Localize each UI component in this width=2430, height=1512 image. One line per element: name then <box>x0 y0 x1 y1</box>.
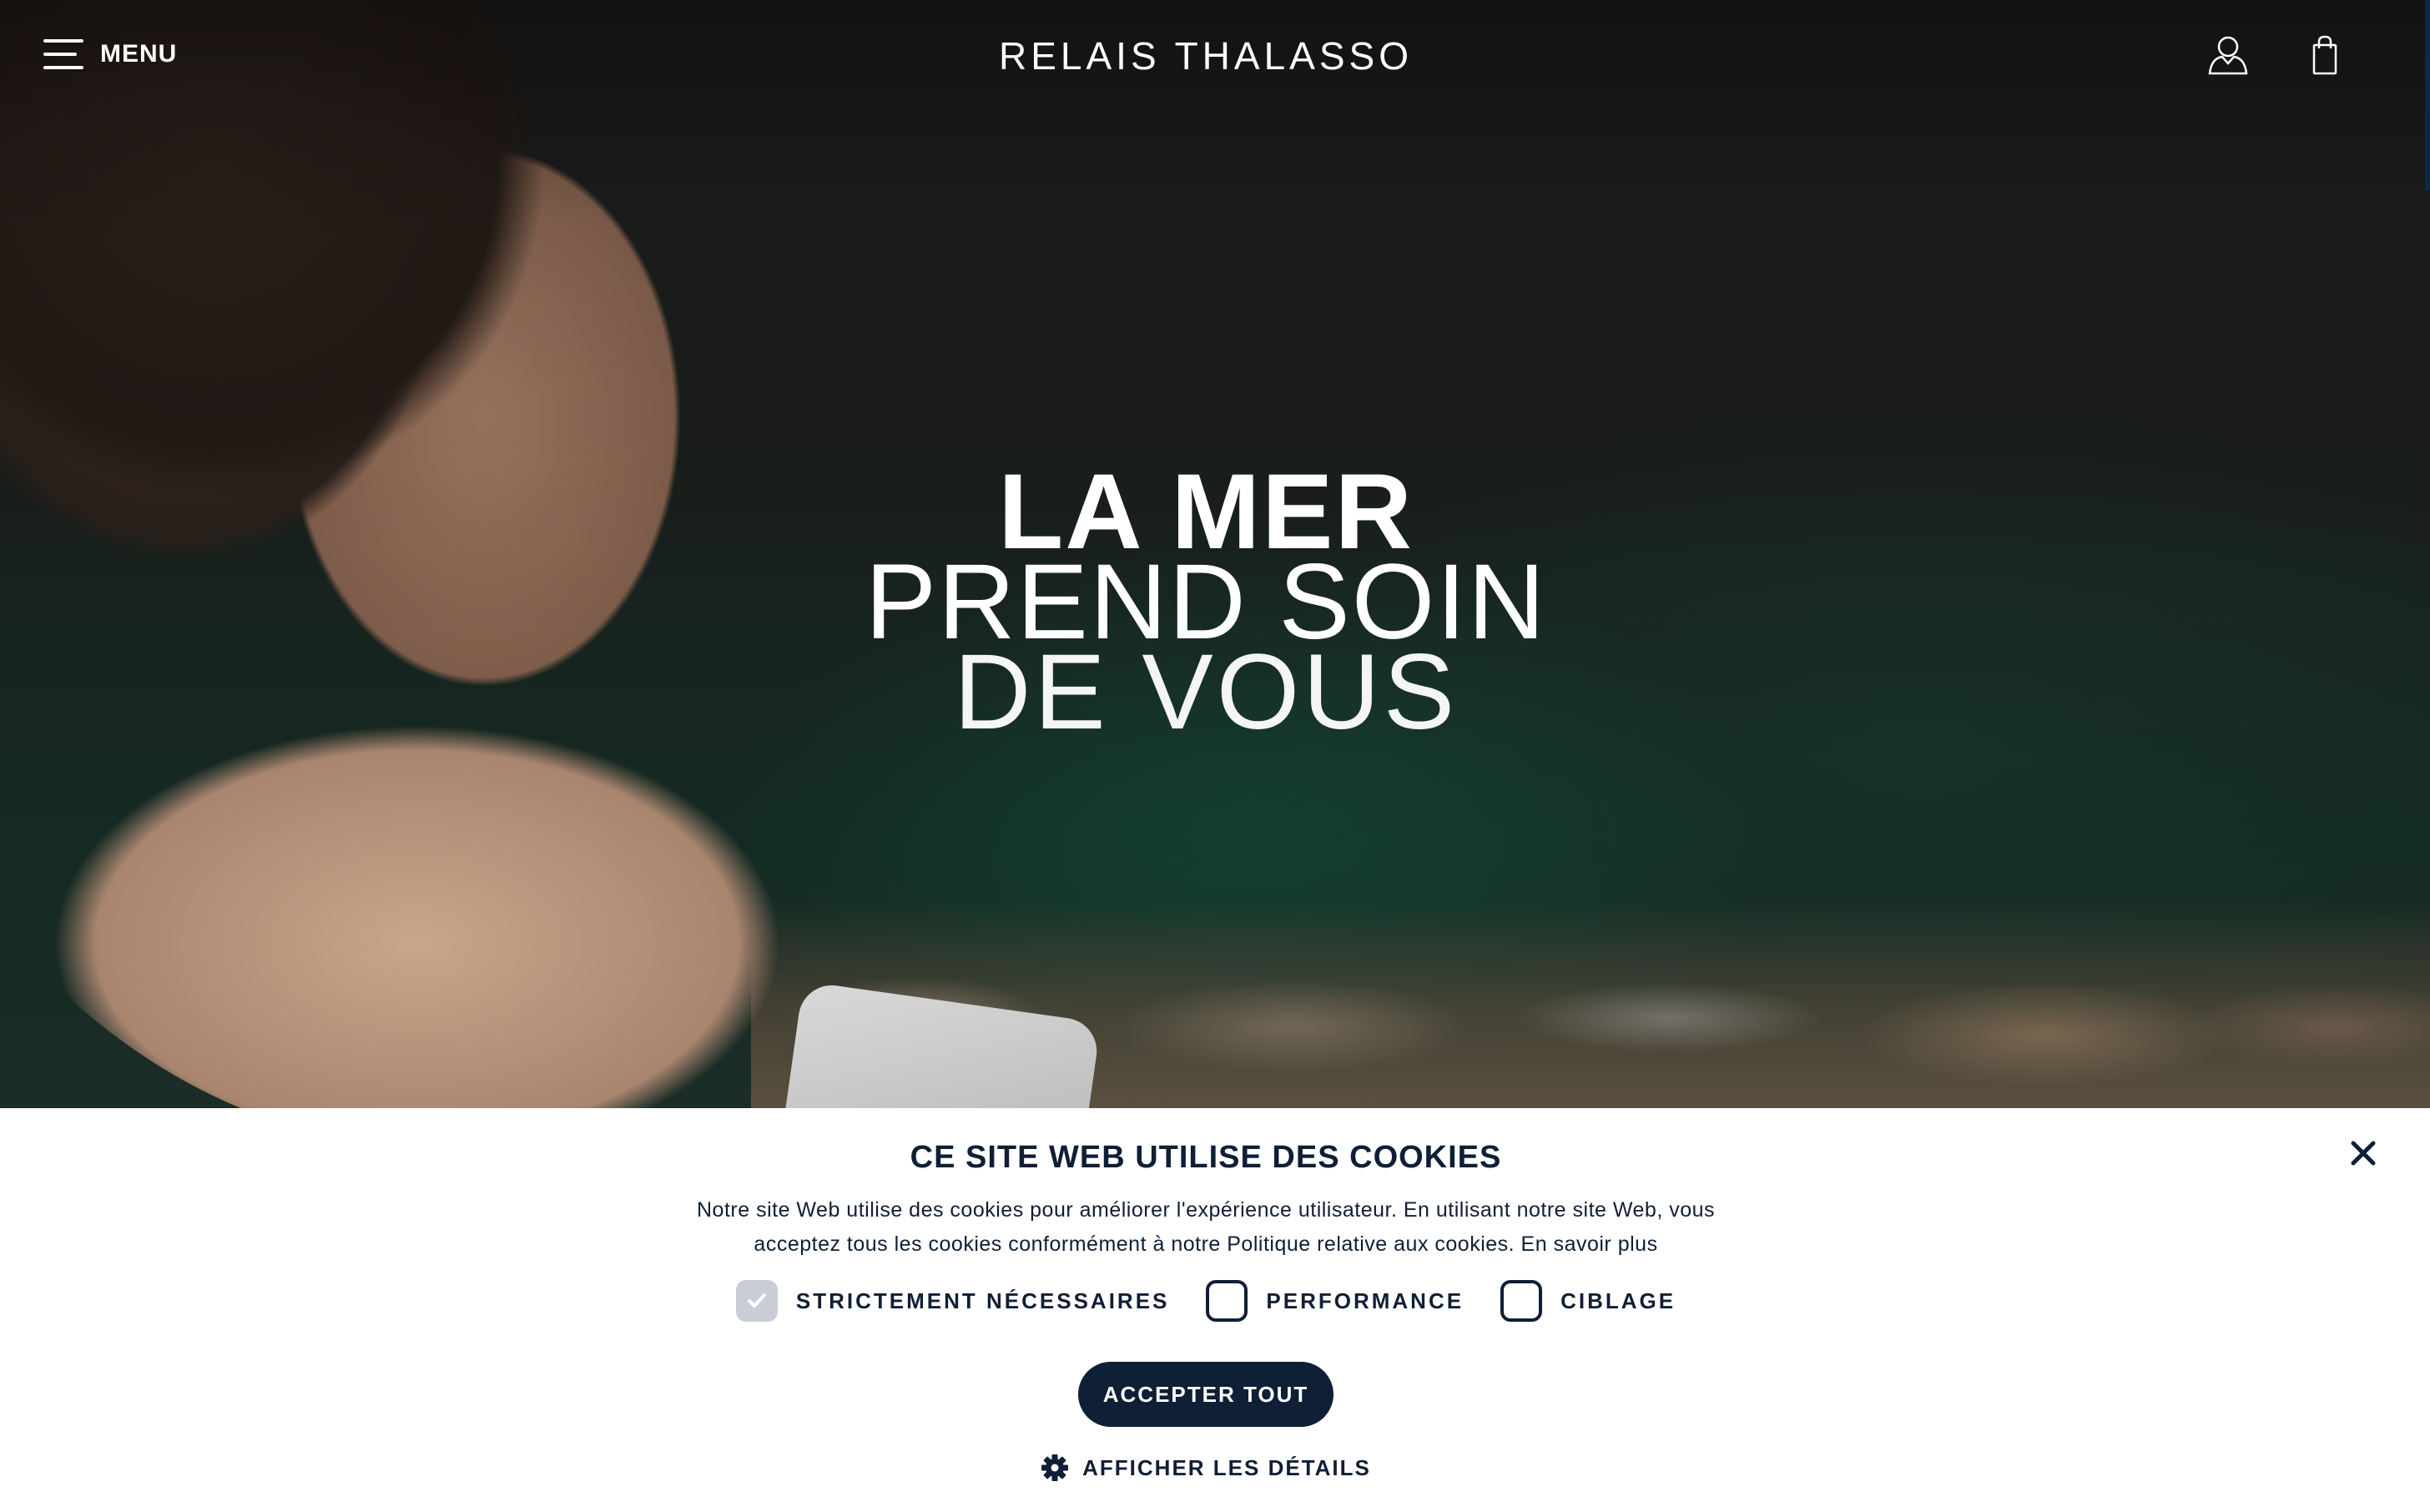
option-targeting[interactable]: CIBLAGE <box>1500 1280 1676 1322</box>
option-strictly-necessary[interactable]: STRICTEMENT NÉCESSAIRES <box>735 1280 1170 1322</box>
headline-line-3: DE VOUS <box>953 633 1459 752</box>
user-icon[interactable] <box>2206 33 2250 77</box>
page: MENU RELAIS THALASSO LA MER PREND SOIN D… <box>0 0 2430 1512</box>
option-performance[interactable]: PERFORMANCE <box>1206 1280 1464 1322</box>
cookie-banner: CE SITE WEB UTILISE DES COOKIES Notre si… <box>0 1108 2430 1512</box>
cookie-text-line-1: Notre site Web utilise des cookies pour … <box>696 1198 1716 1222</box>
cookie-title: CE SITE WEB UTILISE DES COOKIES <box>910 1140 1502 1175</box>
hero-headline: LA MER PREND SOIN DE VOUS <box>0 459 2412 752</box>
brand-logo[interactable]: RELAIS THALASSO <box>0 33 2412 78</box>
shopping-bag-icon[interactable] <box>2303 33 2347 77</box>
cookie-options: STRICTEMENT NÉCESSAIRES PERFORMANCE CIBL… <box>0 1280 2412 1322</box>
option-label: PERFORMANCE <box>1266 1288 1465 1313</box>
option-label: CIBLAGE <box>1560 1288 1676 1313</box>
checkbox-strictly-necessary[interactable] <box>735 1280 778 1322</box>
accept-all-button[interactable]: ACCEPTER TOUT <box>1078 1362 1333 1427</box>
checkbox-performance[interactable] <box>1206 1280 1248 1322</box>
site-header: MENU RELAIS THALASSO <box>0 0 2430 117</box>
checkbox-targeting[interactable] <box>1500 1280 1543 1322</box>
show-details-link[interactable]: AFFICHER LES DÉTAILS <box>0 1454 2412 1482</box>
header-icons <box>2206 33 2347 77</box>
cookie-description: Notre site Web utilise des cookies pour … <box>684 1193 1727 1262</box>
option-label: STRICTEMENT NÉCESSAIRES <box>795 1288 1170 1313</box>
cookie-text-line-2: acceptez tous les cookies conformément à… <box>754 1232 1658 1256</box>
gear-icon <box>1041 1454 1069 1481</box>
details-label: AFFICHER LES DÉTAILS <box>1082 1454 1371 1480</box>
check-icon <box>747 1293 766 1308</box>
